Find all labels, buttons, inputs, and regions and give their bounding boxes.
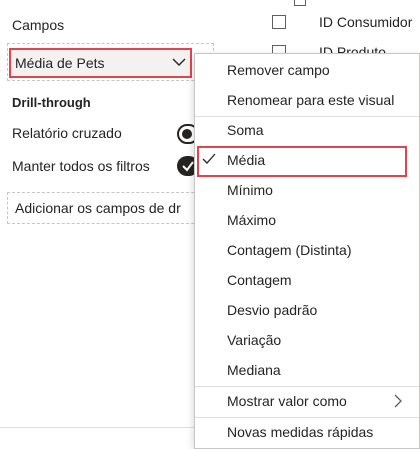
menu-item-remove-field[interactable]: Remover campo bbox=[227, 62, 330, 78]
chevron-right-icon bbox=[394, 394, 402, 408]
keep-filters-label: Manter todos os filtros bbox=[12, 158, 150, 174]
menu-item-variance[interactable]: Variação bbox=[227, 332, 281, 348]
menu-divider bbox=[195, 386, 419, 387]
menu-item-median[interactable]: Mediana bbox=[227, 362, 281, 378]
fields-pane: Campos Média de Pets Drill-through Relat… bbox=[0, 0, 217, 449]
menu-item-count-distinct[interactable]: Contagem (Distinta) bbox=[227, 242, 352, 258]
menu-item-min[interactable]: Mínimo bbox=[227, 182, 273, 198]
menu-item-quick-measures[interactable]: Novas medidas rápidas bbox=[227, 424, 373, 440]
menu-item-rename[interactable]: Renomear para este visual bbox=[227, 92, 394, 108]
table-icon bbox=[294, 0, 306, 6]
fields-section-label: Campos bbox=[12, 17, 65, 33]
divider bbox=[0, 427, 216, 428]
menu-item-show-value-as[interactable]: Mostrar valor como bbox=[227, 393, 347, 409]
cross-report-label: Relatório cruzado bbox=[12, 125, 122, 141]
menu-divider bbox=[195, 417, 419, 418]
drill-through-title: Drill-through bbox=[12, 95, 91, 110]
chevron-down-icon[interactable] bbox=[172, 55, 186, 69]
field-value-label: Média de Pets bbox=[15, 55, 105, 71]
menu-item-std-dev[interactable]: Desvio padrão bbox=[227, 302, 317, 318]
menu-item-max[interactable]: Máximo bbox=[227, 212, 276, 228]
drill-through-placeholder: Adicionar os campos de dr bbox=[15, 200, 181, 216]
menu-item-count[interactable]: Contagem bbox=[227, 272, 292, 288]
menu-divider bbox=[195, 116, 419, 117]
menu-item-average[interactable]: Média bbox=[227, 152, 265, 168]
field-item-id-consumidor[interactable]: ID Consumidor bbox=[319, 14, 412, 30]
check-icon bbox=[202, 153, 216, 164]
drill-through-well[interactable]: Adicionar os campos de dr bbox=[7, 192, 214, 224]
field-value-pill[interactable]: Média de Pets bbox=[9, 48, 192, 78]
field-checkbox-id-consumidor[interactable] bbox=[272, 15, 286, 29]
context-menu: Remover campo Renomear para este visual … bbox=[194, 53, 420, 449]
menu-item-sum[interactable]: Soma bbox=[227, 122, 264, 138]
